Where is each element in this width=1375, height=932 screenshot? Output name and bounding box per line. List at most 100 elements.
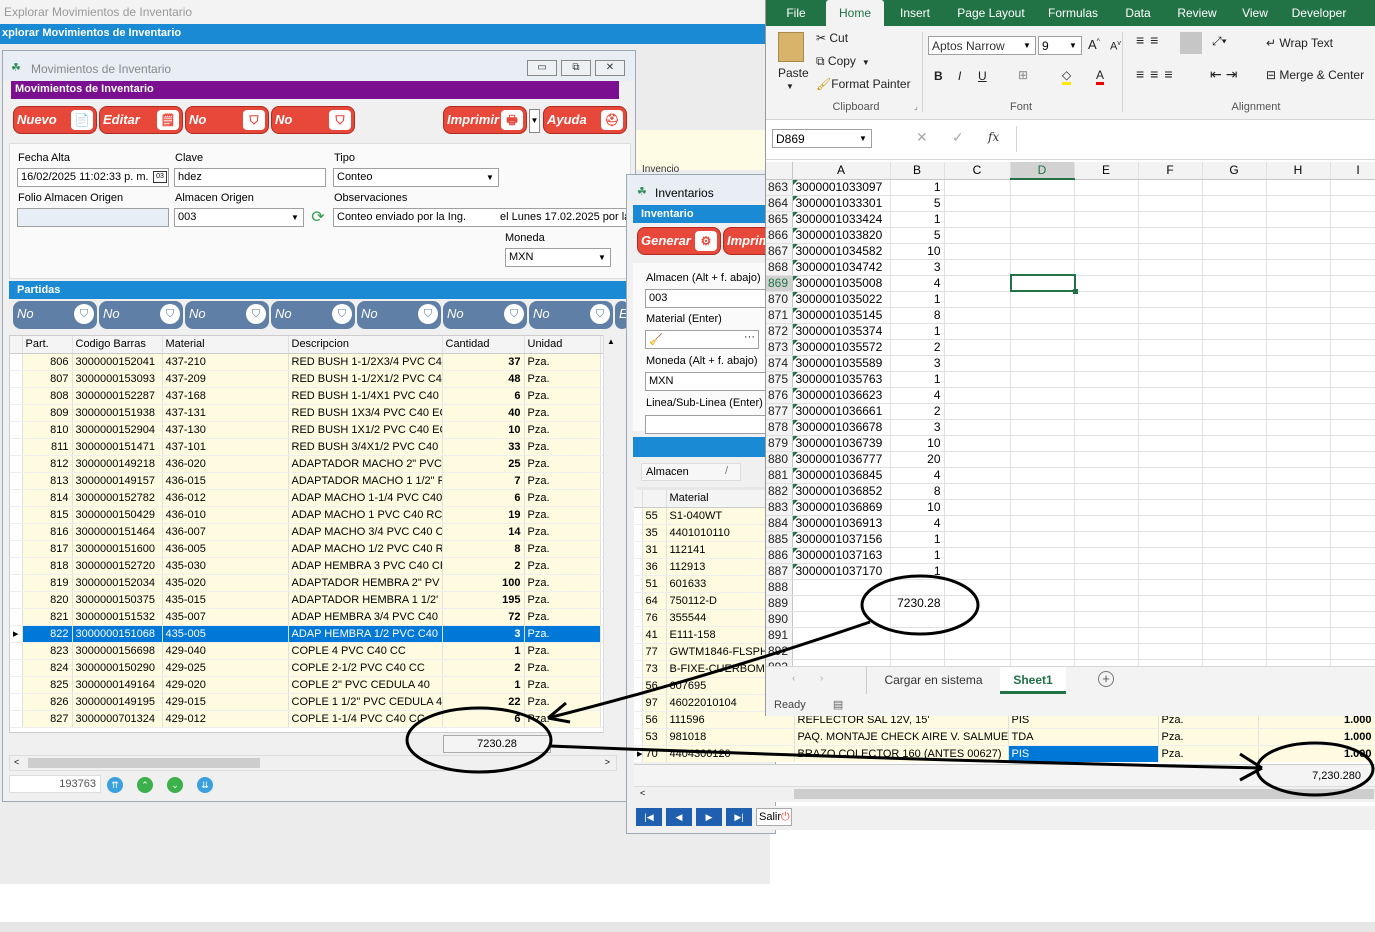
cell[interactable] (1266, 611, 1331, 628)
cell[interactable] (1138, 483, 1203, 500)
copy-button[interactable]: ⧉ Copy ▼ (816, 54, 870, 69)
cell[interactable] (634, 643, 643, 661)
cell-unidad[interactable]: Pza. (524, 421, 601, 439)
cell[interactable] (1266, 371, 1331, 388)
cell[interactable] (1010, 435, 1075, 452)
cell-a[interactable]: 3000001036869 (792, 499, 891, 516)
cell-a[interactable]: 3000001036739 (792, 435, 891, 452)
cell[interactable] (1010, 499, 1075, 516)
indent-icons[interactable]: ⇤⇥ (1210, 66, 1241, 83)
cell-cant[interactable]: 3 (442, 625, 525, 643)
cell-unidad[interactable]: Pza. (524, 557, 601, 575)
no-button-2[interactable]: No ⛉ (271, 106, 355, 134)
first-record-icon[interactable]: ⇈ (107, 777, 123, 793)
column-header[interactable]: C (944, 162, 1011, 180)
cell-codigo[interactable]: 3000000701324 (72, 710, 163, 728)
cell-cant[interactable]: 33 (442, 438, 525, 456)
cell[interactable] (1330, 419, 1375, 436)
maximize-button[interactable]: ⧉ (561, 60, 591, 76)
cell[interactable] (1266, 483, 1331, 500)
clave-field[interactable]: hdez (174, 168, 326, 187)
cell-material[interactable]: 437-131 (162, 404, 289, 422)
cell[interactable] (1138, 387, 1203, 404)
table-row[interactable]: 825 3000000149164 429-020 COPLE 2" PVC CEDU… (10, 676, 616, 694)
cell[interactable] (1330, 227, 1375, 244)
column-header[interactable]: E (1074, 162, 1139, 180)
cell-desc[interactable]: ADAPTADOR HEMBRA 1 1/2' (288, 591, 443, 609)
cell-part[interactable]: 818 (22, 557, 73, 575)
cell[interactable] (1010, 179, 1075, 196)
col-cantidad[interactable]: Cantidad (442, 336, 525, 354)
cell-codigo[interactable]: 3000000150290 (72, 659, 163, 677)
row-header[interactable]: 873 (766, 339, 793, 356)
row-header[interactable]: 875 (766, 371, 793, 388)
cell[interactable] (1010, 259, 1075, 276)
clipboard-launcher-icon[interactable]: ⌟ (914, 102, 918, 111)
cell-cant[interactable]: 25 (442, 455, 525, 473)
orientation-icon[interactable]: ⤢▾ (1212, 34, 1227, 49)
cell[interactable] (1330, 595, 1375, 612)
cell[interactable] (10, 370, 23, 388)
cell-b[interactable]: 4 (890, 515, 945, 532)
formula-input[interactable] (1016, 126, 1375, 152)
cell[interactable] (1266, 579, 1331, 596)
cell[interactable] (1266, 259, 1331, 276)
row-header[interactable]: 874 (766, 355, 793, 372)
cell-unidad[interactable]: Pza. (524, 455, 601, 473)
cell[interactable] (1138, 627, 1203, 644)
cell-cant[interactable]: 48 (442, 370, 525, 388)
col-codigo-barras[interactable]: Codigo Barras (72, 336, 163, 354)
cell[interactable] (944, 227, 1011, 244)
table-row[interactable]: 814 3000000152782 436-012 ADAP MACHO 1-1/4 … (10, 489, 616, 507)
cell-codigo[interactable]: 3000000151471 (72, 438, 163, 456)
cell-part[interactable]: 816 (22, 523, 73, 541)
cell-a[interactable] (792, 595, 891, 612)
font-name-select[interactable]: Aptos Narrow ▼ (928, 36, 1036, 55)
cell-b[interactable] (890, 611, 945, 628)
cell[interactable] (1202, 531, 1267, 548)
ribbon-tab-formulas[interactable]: Formulas (1036, 0, 1110, 26)
row-header[interactable]: 877 (766, 403, 793, 420)
cell-part[interactable]: 824 (22, 659, 73, 677)
cell[interactable] (1202, 307, 1267, 324)
fecha-alta-field[interactable]: 16/02/2025 11:02:33 p. m. 03 (17, 168, 169, 187)
cell-unidad[interactable]: Pza. (524, 387, 601, 405)
ribbon-tab-home[interactable]: Home (826, 0, 884, 26)
cell[interactable] (1010, 211, 1075, 228)
cell[interactable] (944, 419, 1011, 436)
cell[interactable] (1138, 531, 1203, 548)
cell-a[interactable]: 73 (642, 660, 667, 678)
cell-unidad[interactable]: Pza. (524, 591, 601, 609)
cell-b[interactable]: 5 (890, 227, 945, 244)
cell[interactable] (1266, 627, 1331, 644)
cell[interactable] (1010, 579, 1075, 596)
cell-codigo[interactable]: 3000000152034 (72, 574, 163, 592)
cell-part[interactable]: 810 (22, 421, 73, 439)
cell-a[interactable] (792, 579, 891, 596)
row-header[interactable]: 867 (766, 243, 793, 260)
cell[interactable] (1138, 355, 1203, 372)
cell[interactable] (1010, 403, 1075, 420)
cell-codigo[interactable]: 3000000156698 (72, 642, 163, 660)
cell-a[interactable]: 3000001033097 (792, 179, 891, 196)
cell[interactable] (1138, 307, 1203, 324)
cell[interactable] (944, 307, 1011, 324)
refresh-icon[interactable]: ⟳ (308, 208, 328, 227)
horizontal-align-icons[interactable]: ≡≡≡ (1136, 66, 1179, 82)
table-row[interactable]: 817 3000000151600 436-005 ADAP MACHO 1/2 PV… (10, 540, 616, 558)
col-descripcion[interactable]: Descripcion (288, 336, 443, 354)
cell[interactable] (1202, 499, 1267, 516)
table-row[interactable]: 813 3000000149157 436-015 ADAPTADOR MACHO 1… (10, 472, 616, 490)
cell[interactable] (1202, 643, 1267, 660)
cell[interactable] (1330, 499, 1375, 516)
decrease-font-icon[interactable]: Av (1110, 40, 1121, 53)
row-header[interactable]: 880 (766, 451, 793, 468)
column-header[interactable]: H (1266, 162, 1331, 180)
cell-cant[interactable]: 19 (442, 506, 525, 524)
cell-linea[interactable]: PIS (1008, 745, 1159, 762)
cell-b[interactable]: 4 (890, 467, 945, 484)
scroll-thumb[interactable] (794, 789, 1374, 799)
cell[interactable] (1010, 291, 1075, 308)
folio-field[interactable] (17, 208, 169, 227)
cell-material[interactable]: 429-025 (162, 659, 289, 677)
